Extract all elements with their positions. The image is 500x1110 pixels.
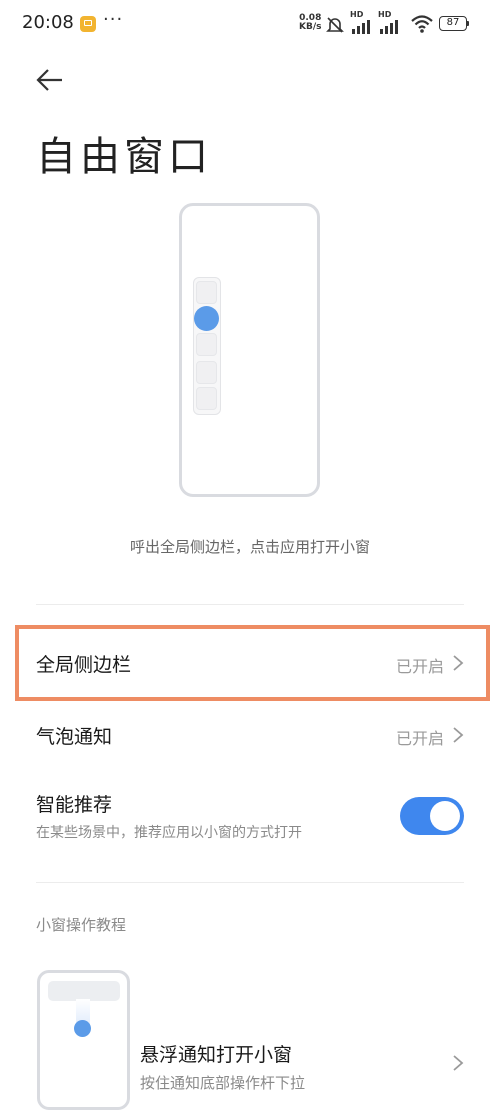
network-speed: 0.08 KB/s xyxy=(299,14,321,32)
illustration-sidebar-slot xyxy=(196,333,217,356)
bubble-notification-status: 已开启 xyxy=(395,729,444,748)
global-sidebar-row[interactable]: 全局侧边栏 已开启 xyxy=(0,630,500,696)
divider xyxy=(36,604,464,605)
smart-recommend-description: 在某些场景中，推荐应用以小窗的方式打开 xyxy=(36,825,302,841)
chevron-right-icon xyxy=(453,1055,464,1071)
more-notifications-icon: ··· xyxy=(103,9,124,30)
tutorial-section-title: 小窗操作教程 xyxy=(36,916,127,934)
smart-recommend-toggle[interactable] xyxy=(400,797,464,835)
page-title: 自由窗口 xyxy=(36,134,212,180)
tutorial-thumbnail xyxy=(37,970,130,1110)
chevron-right-icon xyxy=(453,655,464,671)
smart-recommend-label: 智能推荐 xyxy=(36,794,113,816)
mute-icon xyxy=(326,17,344,33)
tutorial-item-description: 按住通知底部操作杆下拉 xyxy=(140,1074,306,1092)
tutorial-touch-dot xyxy=(74,1020,91,1037)
divider xyxy=(36,882,464,883)
chevron-right-icon xyxy=(453,727,464,743)
battery-icon: 87 xyxy=(439,16,467,31)
illustration-sidebar-slot xyxy=(196,281,217,304)
global-sidebar-status: 已开启 xyxy=(395,657,444,676)
tutorial-notification-bar xyxy=(48,981,120,1001)
status-bar: 20:08 ··· 0.08 KB/s HD HD 87 xyxy=(0,0,500,48)
bubble-notification-row[interactable]: 气泡通知 已开启 xyxy=(0,706,500,766)
back-arrow-icon xyxy=(36,69,62,91)
battery-tip xyxy=(467,21,469,26)
illustration-sidebar-slot xyxy=(196,361,217,384)
global-sidebar-label: 全局侧边栏 xyxy=(36,654,132,676)
network-speed-unit: KB/s xyxy=(299,22,322,32)
bubble-notification-label: 气泡通知 xyxy=(36,726,113,748)
illustration-sidebar-slot xyxy=(196,387,217,410)
tutorial-item-title: 悬浮通知打开小窗 xyxy=(140,1044,293,1066)
notes-app-icon xyxy=(80,16,96,32)
toggle-knob xyxy=(430,801,460,831)
illustration-sidebar xyxy=(193,277,221,415)
illustration-touch-dot xyxy=(194,306,219,331)
illustration-caption: 呼出全局侧边栏，点击应用打开小窗 xyxy=(129,538,370,556)
status-time: 20:08 xyxy=(22,12,74,33)
back-button[interactable] xyxy=(30,62,70,98)
wifi-icon xyxy=(411,15,433,33)
